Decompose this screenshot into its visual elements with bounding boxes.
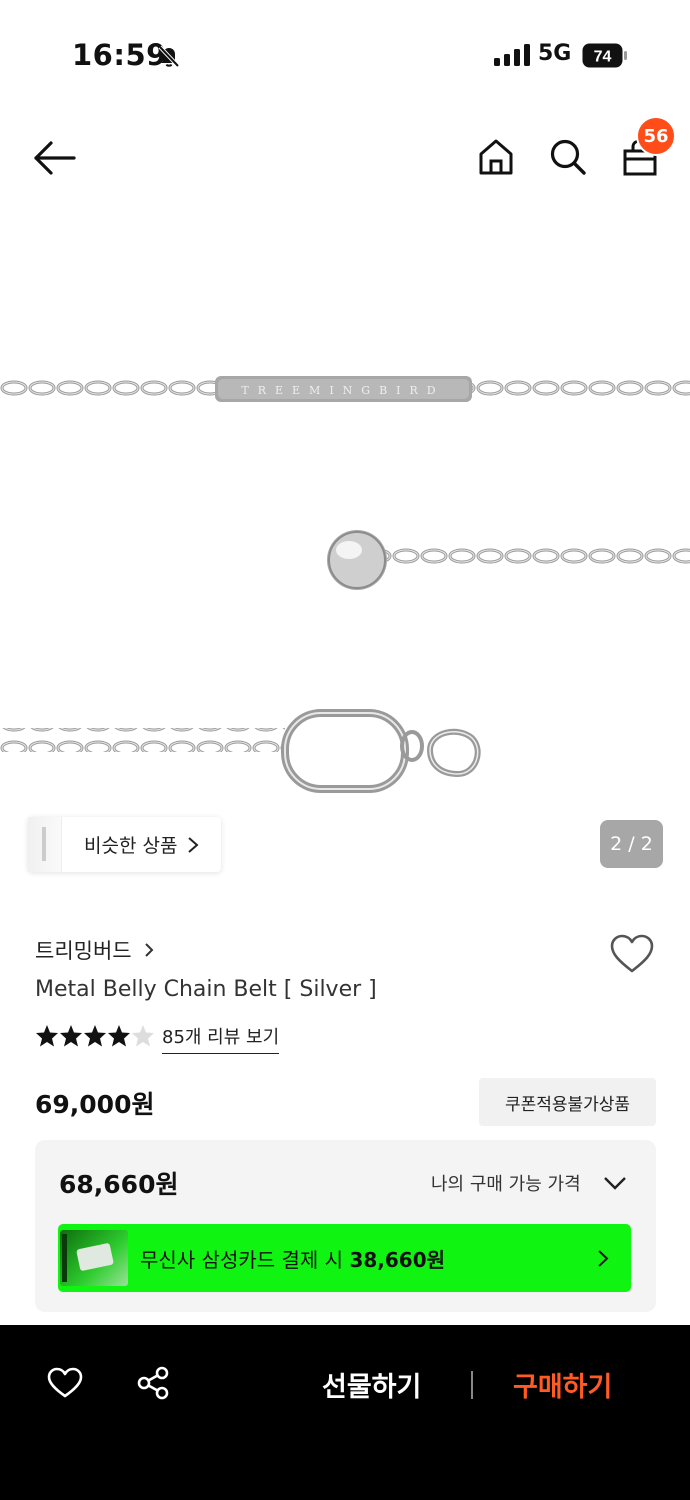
heart-icon[interactable]	[47, 1367, 83, 1399]
chevron-right-icon	[598, 1250, 609, 1267]
share-icon[interactable]	[135, 1365, 171, 1401]
buy-button[interactable]: 구매하기	[513, 1365, 612, 1404]
plate-engraving: TREEMINGBIRD	[241, 384, 444, 397]
rating-stars	[36, 1025, 154, 1047]
cart-count-badge: 56	[636, 116, 676, 156]
review-link[interactable]: 85개 리뷰 보기	[162, 1023, 280, 1054]
chevron-down-icon[interactable]	[603, 1176, 627, 1190]
heart-icon[interactable]	[609, 933, 655, 975]
similar-products-label: 비슷한 상품	[84, 835, 178, 857]
status-bar: 16:59 5G 74	[0, 0, 690, 110]
card-thumbnail	[60, 1230, 128, 1286]
home-icon[interactable]	[476, 137, 516, 177]
card-offer-prefix: 무신사 삼성카드 결제 시	[140, 1247, 350, 1272]
my-price-label[interactable]: 나의 구매 가능 가격	[431, 1170, 581, 1196]
coupon-badge: 쿠폰적용불가상품	[479, 1078, 656, 1126]
similar-product-thumbnail	[28, 817, 62, 872]
divider	[471, 1371, 473, 1399]
search-icon[interactable]	[548, 137, 588, 177]
similar-products-button[interactable]: 비슷한 상품	[28, 817, 221, 872]
card-offer-banner[interactable]: 무신사 삼성카드 결제 시 38,660원	[58, 1224, 631, 1292]
price-box: 68,660원 나의 구매 가능 가격 무신사 삼성카드 결제 시 38,660…	[35, 1140, 656, 1312]
product-name: Metal Belly Chain Belt [ Silver ]	[35, 977, 377, 1002]
image-counter: 2 / 2	[600, 820, 663, 868]
chevron-right-icon	[144, 943, 154, 957]
back-arrow-icon[interactable]	[32, 138, 78, 178]
bottom-action-bar: 선물하기 구매하기	[0, 1325, 690, 1500]
battery-icon: 74	[582, 43, 627, 68]
bell-muted-icon	[158, 45, 180, 68]
signal-icon	[494, 44, 530, 66]
card-offer-price: 38,660원	[349, 1247, 446, 1272]
gift-button[interactable]: 선물하기	[322, 1365, 421, 1404]
chevron-right-icon	[188, 836, 199, 853]
my-price: 68,660원	[59, 1170, 179, 1199]
card-offer-text: 무신사 삼성카드 결제 시 38,660원	[140, 1244, 445, 1273]
original-price: 69,000원	[35, 1090, 155, 1119]
battery-level: 74	[594, 49, 612, 66]
brand-name: 트리밍버드	[35, 939, 132, 963]
brand-link[interactable]: 트리밍버드	[35, 935, 154, 965]
status-time: 16:59	[72, 38, 167, 72]
product-image[interactable]: TREEMINGBIRD	[0, 280, 690, 820]
network-type: 5G	[538, 41, 572, 66]
